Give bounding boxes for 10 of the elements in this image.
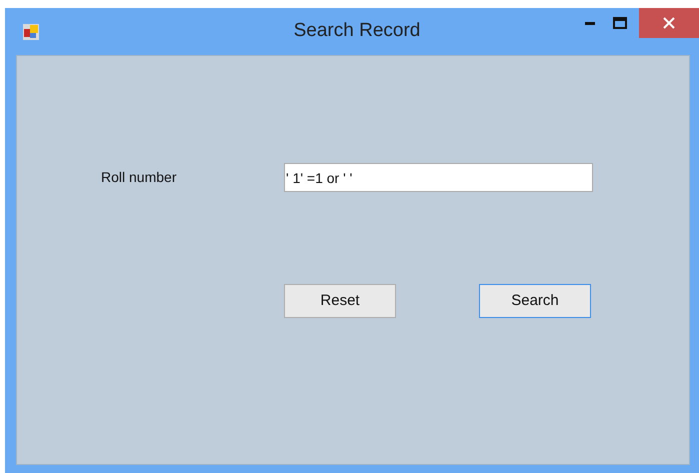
reset-button[interactable]: Reset: [284, 284, 396, 318]
app-icon: [22, 23, 40, 41]
search-button[interactable]: Search: [479, 284, 591, 318]
maximize-icon: [613, 17, 627, 29]
field-label: Roll number: [100, 168, 178, 187]
window-title: Search Record: [292, 19, 420, 44]
minimize-icon: [585, 22, 595, 24]
input-field[interactable]: ' 1' =1 or ' ': [284, 163, 593, 192]
close-icon: [663, 17, 675, 29]
close-button[interactable]: [639, 8, 699, 38]
